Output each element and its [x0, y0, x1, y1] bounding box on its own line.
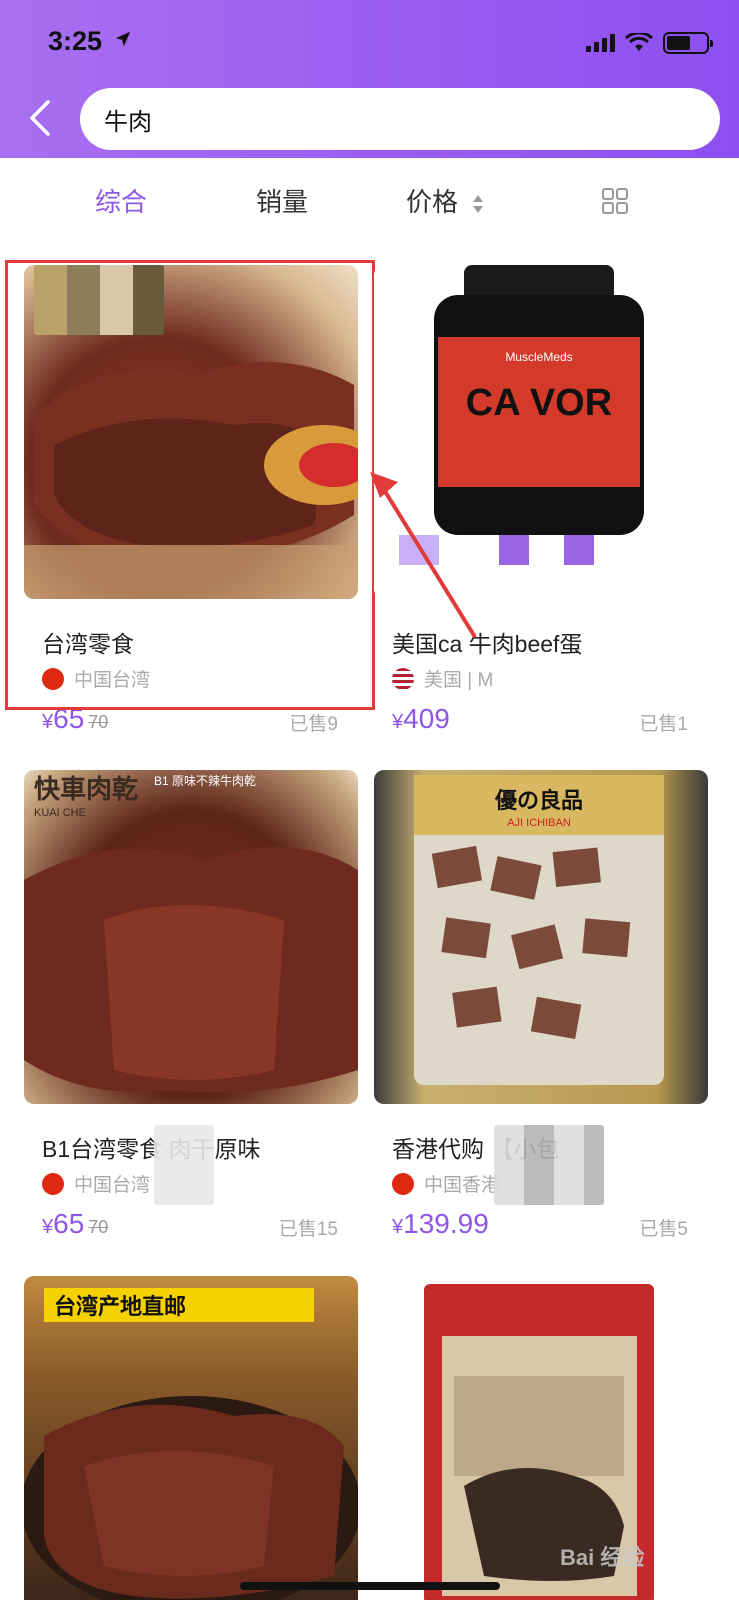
product-image[interactable]: 優の良品 AJI ICHIBAN: [374, 770, 708, 1104]
location-arrow-icon: [115, 31, 130, 47]
usa-flag-icon: [392, 667, 414, 690]
china-flag-icon: [42, 1172, 64, 1195]
sort-comprehensive[interactable]: 综合: [95, 182, 147, 219]
product-origin: 美国 | M: [392, 665, 493, 692]
search-input[interactable]: 牛肉: [80, 88, 720, 150]
status-time: 3:25: [48, 26, 132, 57]
signal-icon: [586, 34, 615, 52]
product-image[interactable]: [374, 1276, 708, 1600]
grid-view-icon[interactable]: [602, 188, 628, 214]
beef-jerky-illustration: 快車肉乾 KUAI CHE B1 原味不辣牛肉乾: [24, 773, 358, 1093]
jerky-package-illustration: [424, 1284, 654, 1600]
sort-updown-icon: [473, 195, 484, 214]
sort-bar: 综合 销量 价格: [0, 170, 739, 230]
sort-sales[interactable]: 销量: [256, 182, 308, 219]
wifi-icon: [625, 33, 653, 51]
svg-text:台湾产地直邮: 台湾产地直邮: [54, 1294, 186, 1320]
home-indicator[interactable]: [240, 1582, 500, 1590]
back-arrow-icon[interactable]: [22, 96, 58, 140]
product-sold-count: 已售5: [639, 1219, 688, 1240]
svg-text:優の良品: 優の良品: [494, 788, 583, 814]
product-price: ¥409: [392, 703, 450, 734]
beef-jerky-illustration: 台湾产地直邮: [24, 1288, 358, 1600]
svg-text:AJI ICHIBAN: AJI ICHIBAN: [507, 817, 571, 829]
product-sold-count: 已售9: [289, 714, 338, 735]
annotation-arrow-icon: [370, 472, 477, 639]
svg-text:B1 原味不辣牛肉乾: B1 原味不辣牛肉乾: [154, 773, 256, 788]
battery-icon: [663, 32, 713, 54]
status-indicators: [586, 32, 713, 54]
annotation-highlight-box: [5, 260, 375, 710]
top-header: 3:25 牛肉: [0, 0, 739, 158]
snack-bag-illustration: 優の良品 AJI ICHIBAN: [414, 775, 664, 1085]
watermark-text: Bai 经验: [560, 1545, 645, 1570]
product-price: ¥139.99: [392, 1208, 489, 1239]
china-flag-icon: [392, 1172, 414, 1195]
product-card[interactable]: 優の良品 AJI ICHIBAN 香港代购 【小包 中国香港 ¥139.99 已…: [374, 770, 708, 1240]
product-image[interactable]: 台湾产地直邮: [24, 1276, 358, 1600]
product-card[interactable]: [374, 1276, 708, 1600]
product-price: ¥65 70: [42, 1208, 109, 1239]
product-origin: 中国香港: [392, 1170, 500, 1197]
search-query: 牛肉: [104, 108, 152, 136]
svg-text:CA VOR: CA VOR: [466, 382, 612, 424]
product-origin: 中国台湾: [42, 1170, 150, 1197]
product-sold-count: 已售15: [278, 1219, 338, 1240]
sort-price[interactable]: 价格: [406, 182, 485, 219]
product-sold-count: 已售1: [639, 714, 688, 735]
svg-text:KUAI CHE: KUAI CHE: [34, 807, 86, 819]
product-card[interactable]: 快車肉乾 KUAI CHE B1 原味不辣牛肉乾 B1台湾零食 肉干原味 中国台…: [24, 770, 358, 1240]
sort-price-label: 价格: [406, 187, 459, 217]
svg-text:快車肉乾: 快車肉乾: [34, 775, 138, 805]
svg-text:MuscleMeds: MuscleMeds: [505, 350, 572, 364]
product-card[interactable]: 台湾产地直邮: [24, 1276, 358, 1600]
product-image[interactable]: 快車肉乾 KUAI CHE B1 原味不辣牛肉乾: [24, 770, 358, 1104]
